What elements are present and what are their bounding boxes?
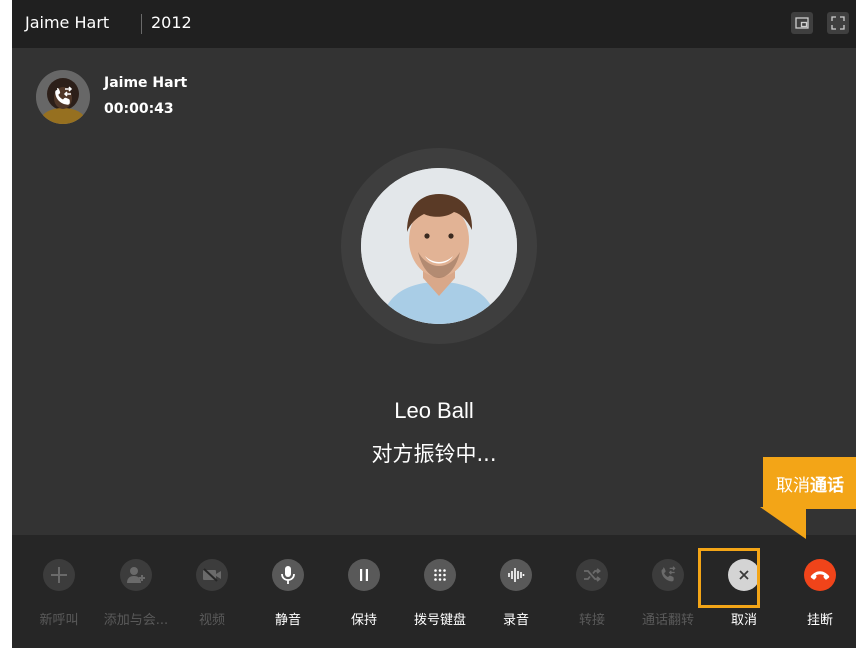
callout-text-plain: 取消 xyxy=(776,475,810,496)
title-bar: Jaime Hart 2012 xyxy=(12,0,856,48)
call-flip-label: 通话翻转 xyxy=(641,613,694,628)
plus-icon xyxy=(51,567,67,583)
callout-text-bold: 通话 xyxy=(810,475,844,496)
pause-icon xyxy=(360,569,368,581)
microphone-icon xyxy=(281,566,295,584)
mute-button[interactable]: 静音 xyxy=(253,559,323,639)
cancel-label: 取消 xyxy=(730,613,757,628)
hang-up-icon xyxy=(810,571,830,580)
callout-tail xyxy=(760,507,806,539)
title-caller-name: Jaime Hart xyxy=(25,13,110,32)
dialpad-label: 拨号键盘 xyxy=(413,613,466,628)
call-flip-button[interactable]: 通话翻转 xyxy=(633,559,703,639)
dialpad-button[interactable]: 拨号键盘 xyxy=(405,559,475,639)
title-extension: 2012 xyxy=(151,13,192,32)
new-call-label: 新呼叫 xyxy=(39,613,79,628)
new-call-button[interactable]: 新呼叫 xyxy=(24,559,94,639)
cancel-highlight-box xyxy=(698,548,760,608)
picture-in-picture-icon xyxy=(795,17,809,29)
cancel-callout: 取消 通话 xyxy=(763,457,856,509)
transfer-label: 转接 xyxy=(578,613,605,628)
video-off-icon xyxy=(203,568,221,582)
title-divider xyxy=(141,14,142,34)
dialpad-icon xyxy=(434,569,446,581)
callee-avatar xyxy=(361,168,517,324)
caller-info: Jaime Hart 00:00:43 xyxy=(36,70,336,130)
hang-up-label: 挂断 xyxy=(806,613,833,628)
add-participant-icon xyxy=(127,567,145,583)
call-flip-icon xyxy=(661,566,676,582)
video-label: 视频 xyxy=(198,613,225,628)
fullscreen-button[interactable] xyxy=(827,12,849,34)
caller-name: Jaime Hart xyxy=(104,75,188,91)
hold-button[interactable]: 保持 xyxy=(329,559,399,639)
caller-avatar xyxy=(36,70,90,124)
call-timer: 00:00:43 xyxy=(104,101,174,117)
record-label: 录音 xyxy=(502,613,529,628)
add-participant-label: 添加与会... xyxy=(103,613,169,628)
video-button[interactable]: 视频 xyxy=(177,559,247,639)
call-transfer-icon xyxy=(55,86,73,105)
fullscreen-icon xyxy=(831,16,845,30)
hold-label: 保持 xyxy=(350,613,377,628)
transfer-button[interactable]: 转接 xyxy=(557,559,627,639)
picture-in-picture-button[interactable] xyxy=(791,12,813,34)
waveform-icon xyxy=(508,568,525,582)
shuffle-icon xyxy=(584,568,601,582)
mute-label: 静音 xyxy=(274,613,301,628)
call-status: 对方振铃中... xyxy=(371,442,497,466)
record-button[interactable]: 录音 xyxy=(481,559,551,639)
add-participant-button[interactable]: 添加与会... xyxy=(101,559,171,639)
callee-name: Leo Ball xyxy=(394,398,474,423)
hang-up-button[interactable]: 挂断 xyxy=(785,559,855,639)
